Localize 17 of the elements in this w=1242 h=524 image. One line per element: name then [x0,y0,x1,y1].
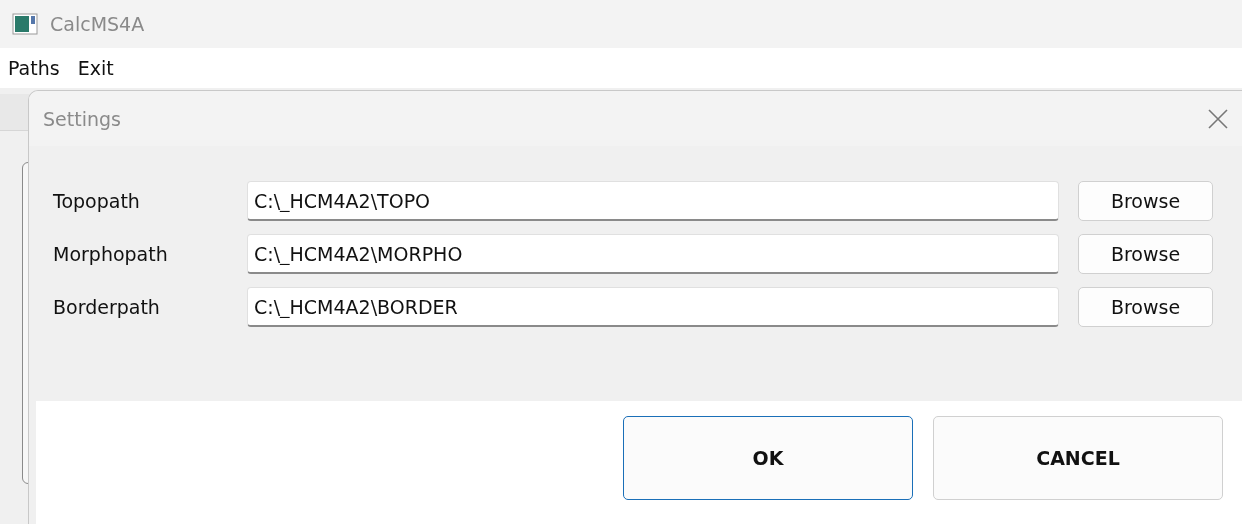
menu-item[interactable]: Exit [77,57,114,79]
path-field[interactable]: C:\_HCM4A2\BORDER [247,287,1059,327]
browse-button[interactable]: Browse [1078,181,1213,221]
field-label: Topopath [53,190,141,212]
menu-item[interactable]: Paths [8,57,60,79]
browse-button[interactable]: Browse [1078,234,1213,274]
window-title: CalcMS4A [50,13,145,35]
field-label: Borderpath [53,296,161,318]
field-label: Morphopath [53,243,169,265]
cancel-button[interactable]: CANCEL [933,416,1223,500]
close-icon[interactable] [1207,107,1229,130]
path-field[interactable]: C:\_HCM4A2\MORPHO [247,234,1059,274]
ok-button[interactable]: OK [623,416,913,500]
dialog-title: Settings [43,107,121,130]
app-icon [12,13,38,35]
browse-button[interactable]: Browse [1078,287,1213,327]
path-field[interactable]: C:\_HCM4A2\TOPO [247,181,1059,221]
